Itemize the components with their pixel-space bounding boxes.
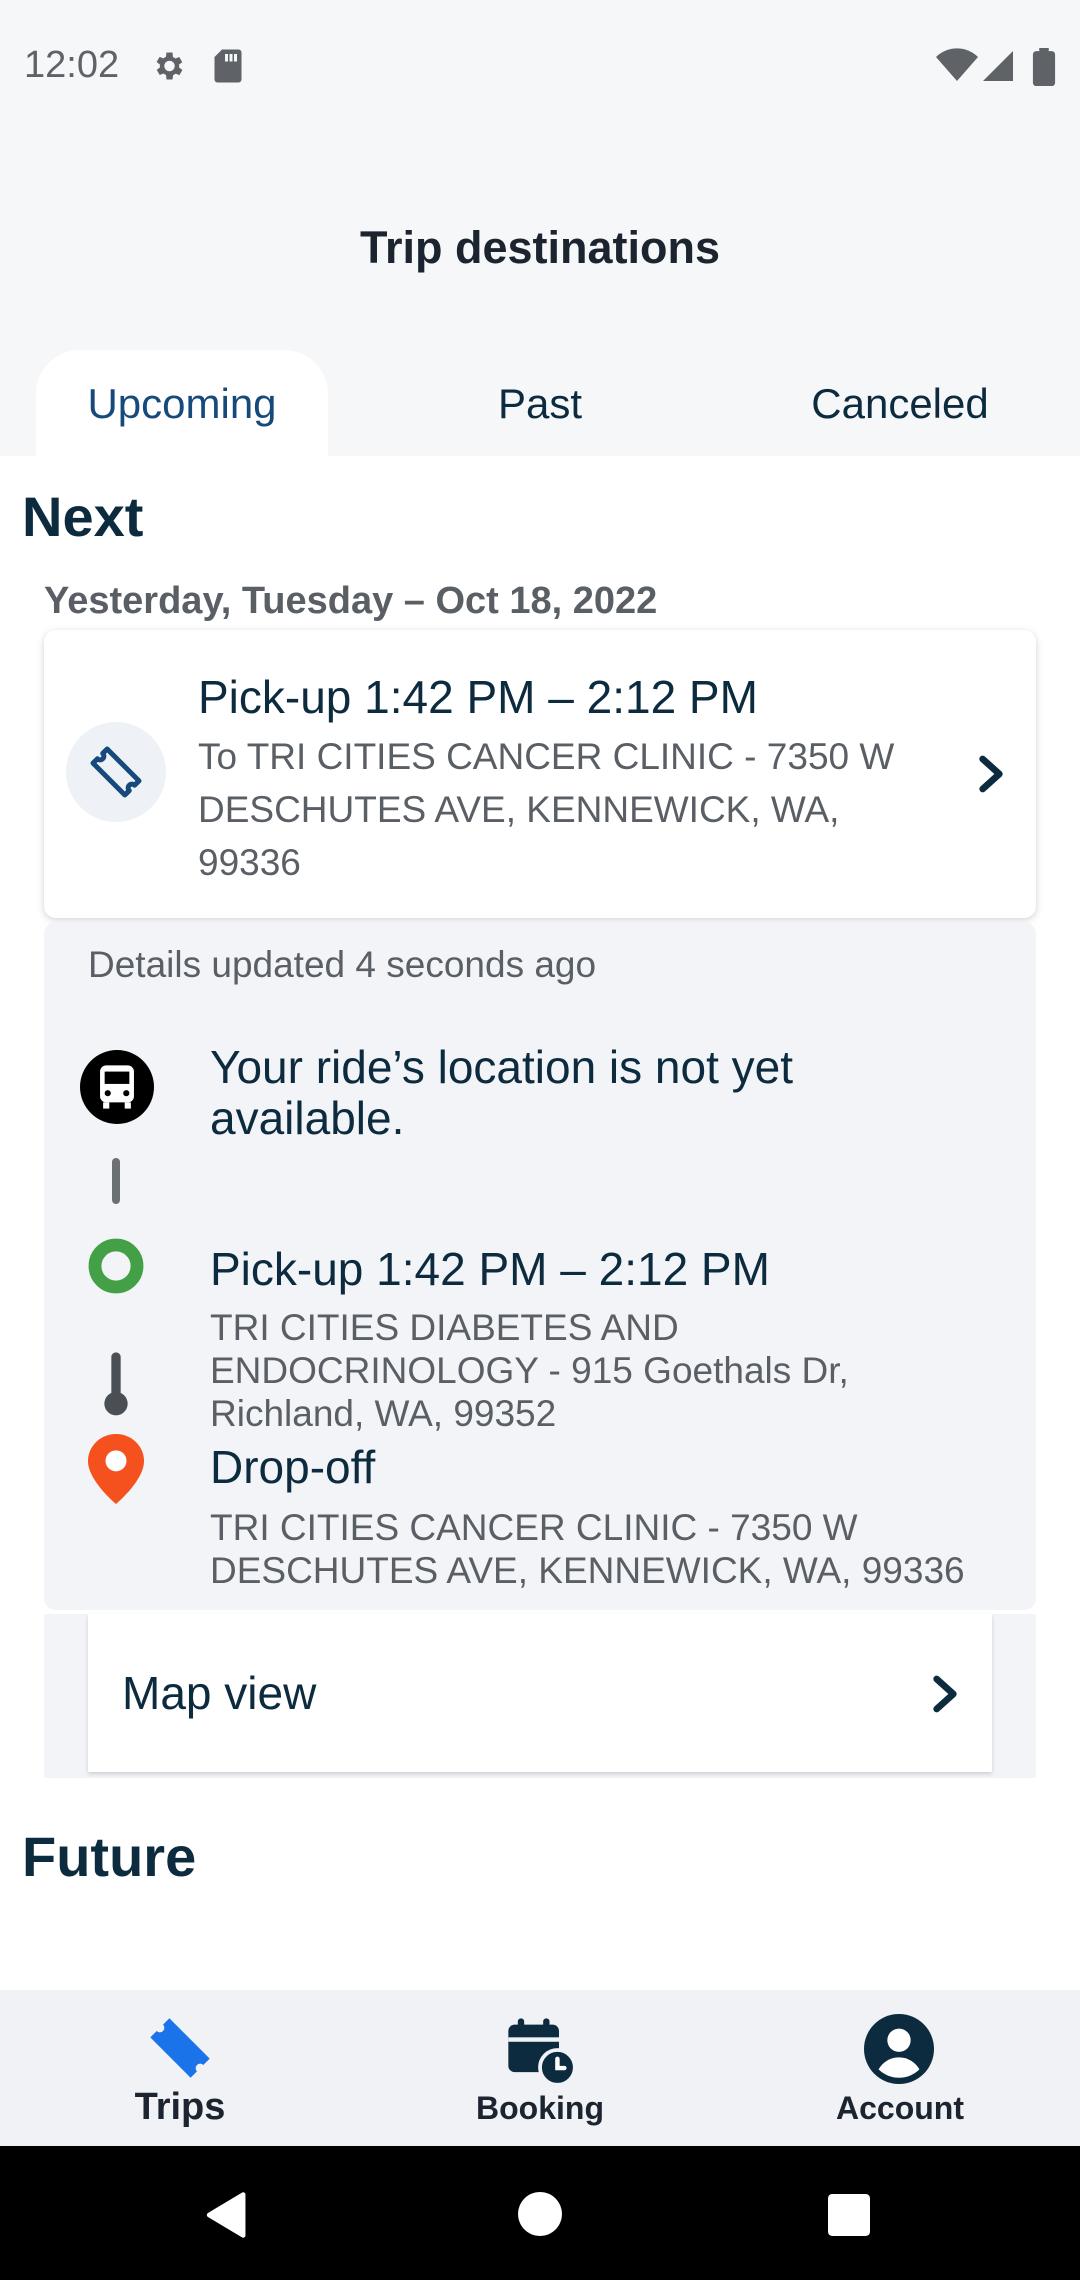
trip-card[interactable]: Pick-up 1:42 PM – 2:12 PM To TRI CITIES … (44, 630, 1036, 918)
dropoff-pin-icon (88, 1434, 144, 1504)
recents-icon[interactable] (828, 2194, 870, 2236)
trip-date: Yesterday, Tuesday – Oct 18, 2022 (44, 580, 658, 622)
trip-destination: To TRI CITIES CANCER CLINIC - 7350 W DES… (198, 736, 895, 883)
timeline-connector (112, 1158, 120, 1204)
pickup-marker-icon (88, 1238, 144, 1294)
nav-item-booking[interactable]: Booking (360, 1990, 720, 2146)
chevron-right-icon (933, 1675, 957, 1713)
tab-past[interactable]: Past (400, 350, 680, 458)
home-icon[interactable] (518, 2192, 562, 2236)
chevron-right-icon (979, 755, 1003, 793)
nav-label-booking: Booking (476, 2090, 604, 2126)
nav-label-account: Account (836, 2090, 964, 2126)
trip-details-panel: Details updated 4 seconds ago Your ride’… (44, 922, 1036, 1610)
pickup-address: TRI CITIES DIABETES AND ENDOCRINOLOGY - … (210, 1307, 849, 1434)
tab-label: Past (497, 380, 583, 427)
cell-signal-icon (983, 51, 1013, 81)
battery-icon (1032, 48, 1056, 86)
dropoff-title: Drop-off (210, 1441, 376, 1493)
nav-item-account[interactable]: Account (720, 1990, 1080, 2146)
section-title-next: Next (22, 485, 144, 548)
page-title: Trip destinations (359, 222, 721, 273)
map-view-button[interactable]: Map view (88, 1614, 992, 1772)
nav-item-trips[interactable]: Trips (0, 1990, 360, 2146)
nav-label-trips: Trips (134, 2086, 226, 2128)
trip-pickup-time: Pick-up 1:42 PM – 2:12 PM (198, 671, 758, 723)
timeline-arrow (104, 1352, 128, 1416)
sd-card-icon (214, 49, 242, 83)
map-view-label: Map view (122, 1667, 317, 1719)
trip-tabs: Upcoming Past Canceled (0, 350, 1080, 458)
ticket-icon (90, 746, 142, 798)
system-nav-bar (0, 2146, 1080, 2280)
wifi-icon (936, 48, 978, 81)
calendar-clock-icon (508, 2018, 577, 2087)
section-title-future: Future (22, 1825, 197, 1888)
bottom-nav: Trips Booking Account (0, 1990, 1080, 2146)
dropoff-address: TRI CITIES CANCER CLINIC - 7350 W DESCHU… (210, 1507, 965, 1591)
back-icon[interactable] (202, 2190, 248, 2240)
settings-icon (156, 52, 183, 80)
tab-canceled[interactable]: Canceled (760, 350, 1040, 458)
tab-upcoming[interactable]: Upcoming (36, 350, 328, 458)
account-icon (864, 2014, 934, 2084)
ride-location-status: Your ride’s location is not yet availabl… (210, 1041, 794, 1144)
tab-label: Upcoming (87, 380, 277, 427)
ticket-icon (150, 2018, 210, 2078)
details-updated-text: Details updated 4 seconds ago (88, 944, 597, 985)
trip-icon-container (66, 722, 166, 822)
trips-content[interactable]: Next Yesterday, Tuesday – Oct 18, 2022 P… (0, 456, 1080, 1991)
pickup-title: Pick-up 1:42 PM – 2:12 PM (210, 1243, 770, 1295)
bus-icon (80, 1050, 154, 1124)
status-time: 12:02 (24, 44, 120, 86)
tab-label: Canceled (811, 380, 989, 427)
map-view-panel: Map view (44, 1614, 1036, 1778)
status-bar: 12:02 (0, 0, 1080, 140)
